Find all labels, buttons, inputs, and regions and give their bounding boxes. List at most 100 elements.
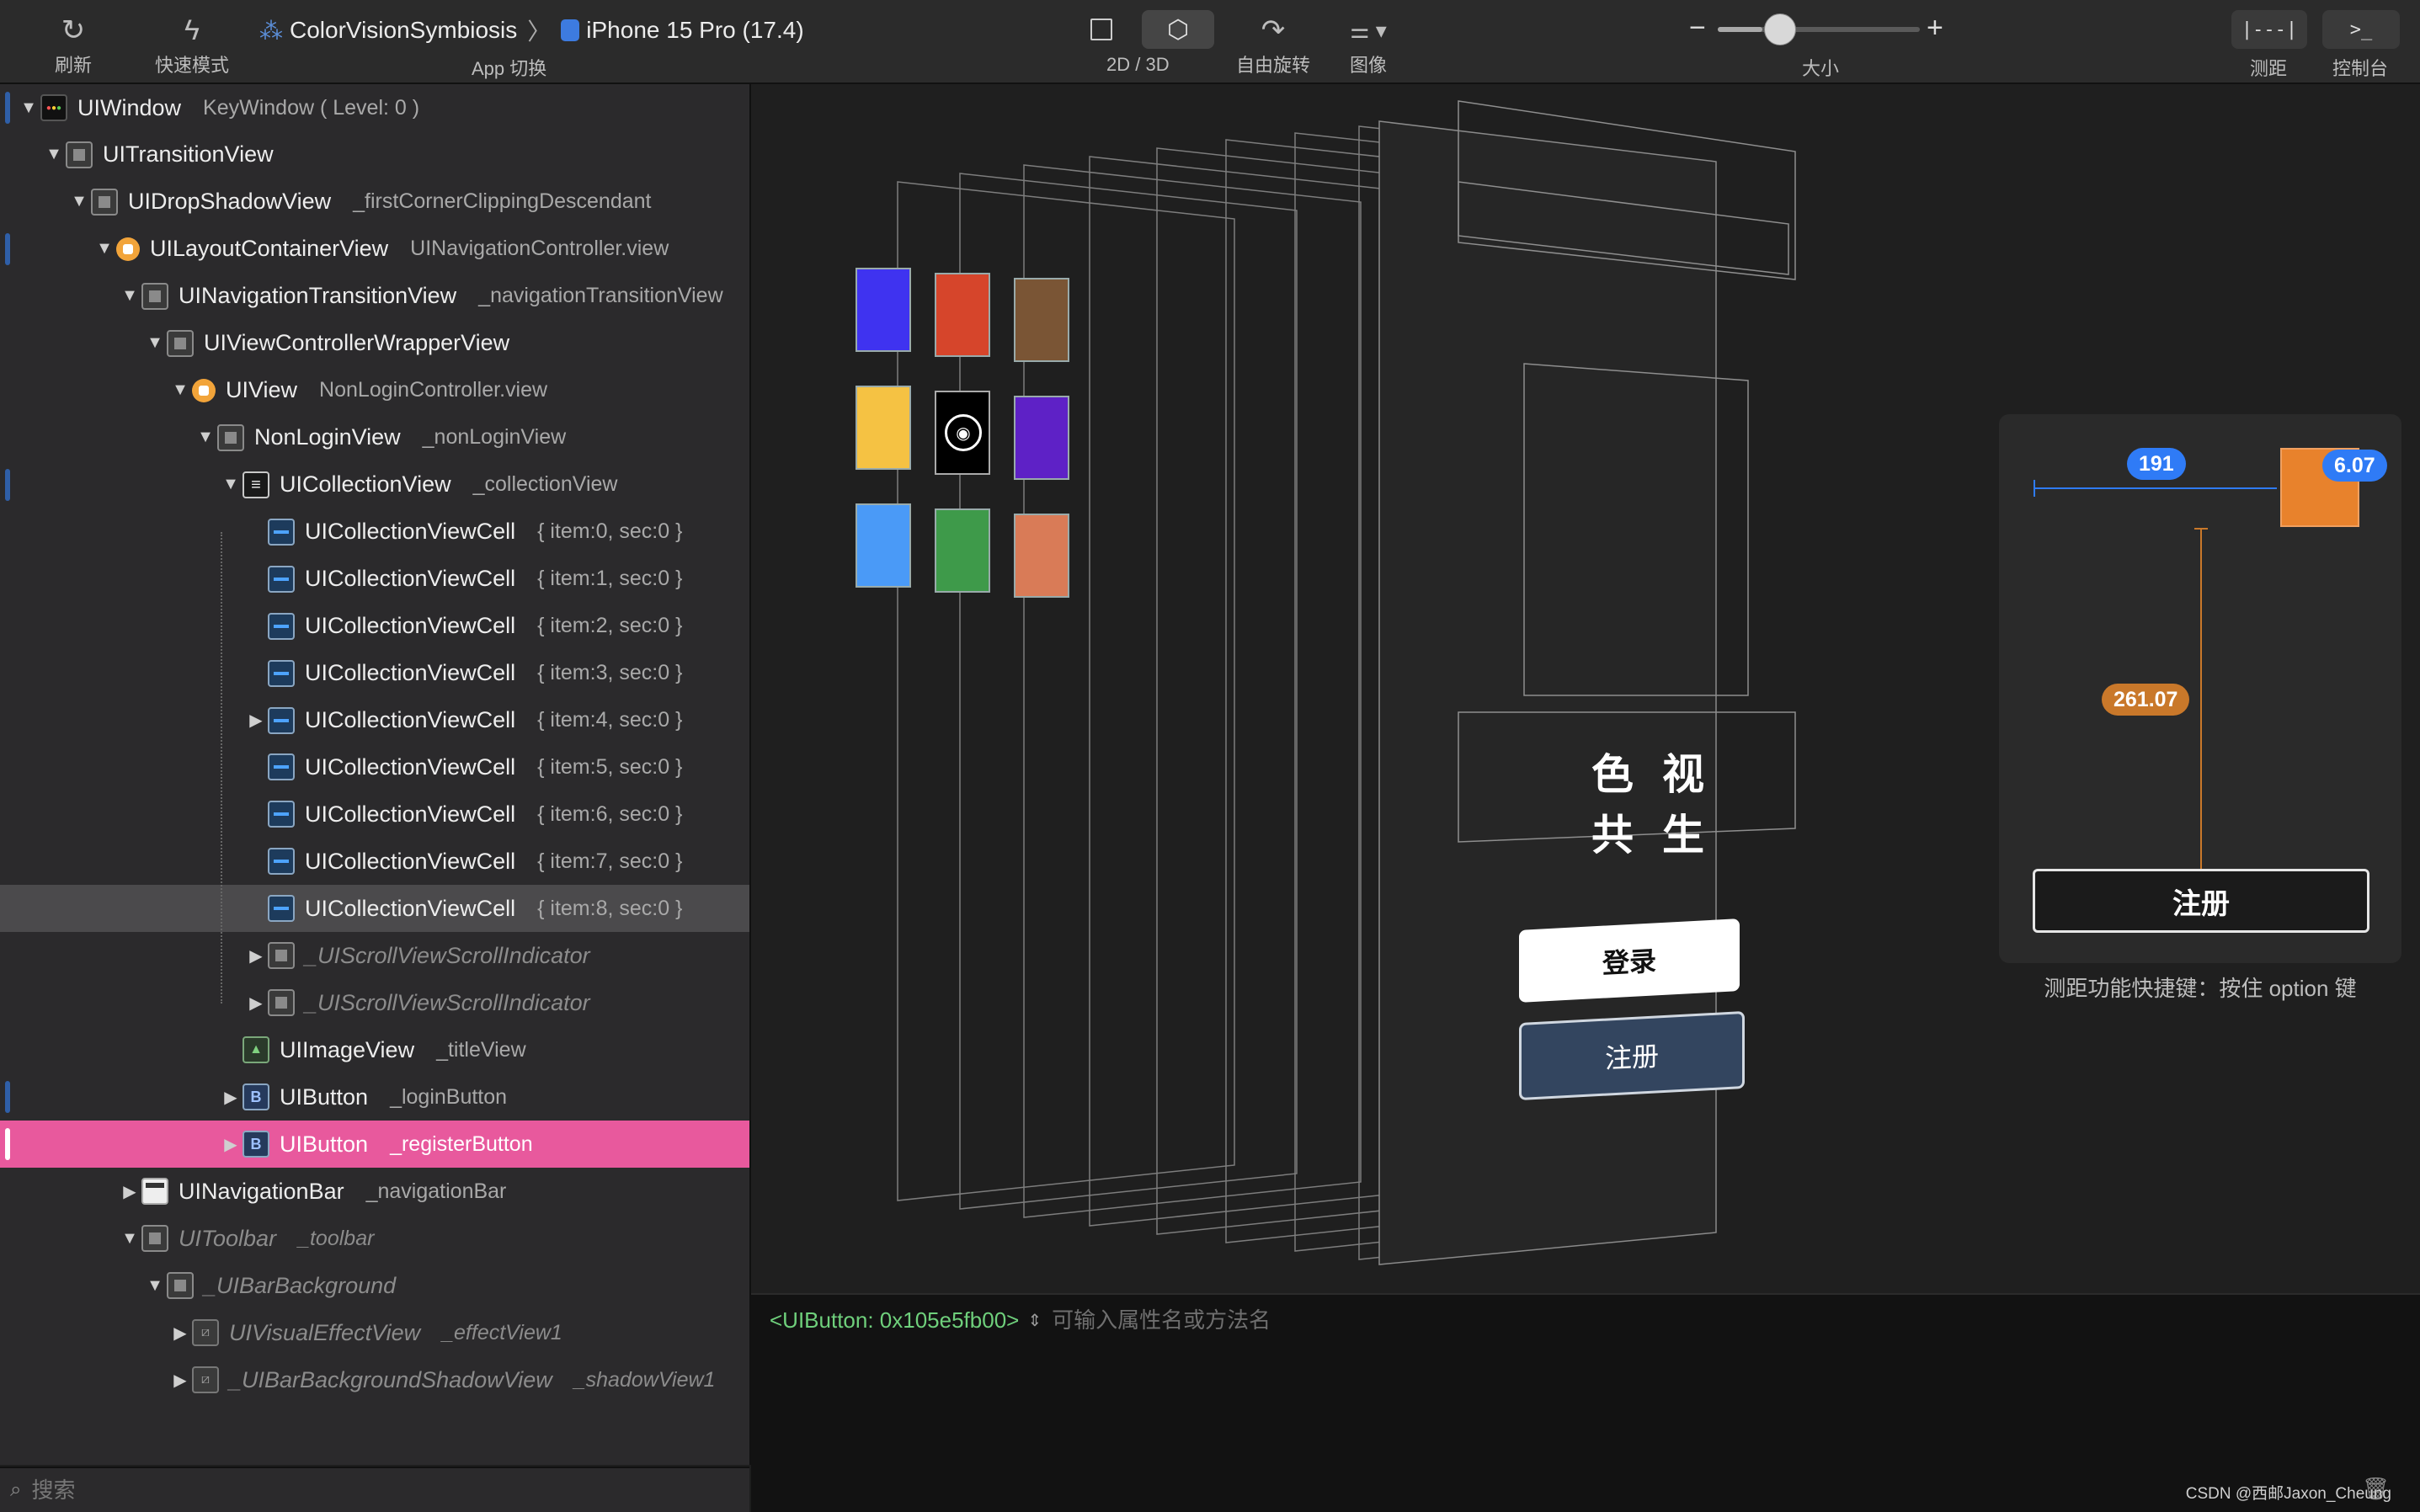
- tree-row[interactable]: UICollectionViewCell { item:0, sec:0 }: [0, 508, 749, 556]
- collection-cell-swatch[interactable]: [935, 273, 990, 357]
- tree-row[interactable]: ▼ NonLoginView _nonLoginView: [0, 414, 749, 461]
- tree-row[interactable]: ▼ ● ● ● UIWindow KeyWindow ( Level: 0 ): [0, 84, 749, 131]
- view-class-name: UICollectionView: [280, 471, 451, 498]
- disclosure-expanded-icon[interactable]: ▼: [143, 333, 167, 353]
- view-stripe-icon: ⧄: [192, 1366, 219, 1393]
- tree-row[interactable]: ▶ ⧄ _UIBarBackgroundShadowView _shadowView1: [0, 1356, 749, 1403]
- tree-row[interactable]: ▶ UICollectionViewCell { item:4, sec:0 }: [0, 697, 749, 744]
- app-switcher[interactable]: ⁂ ColorVisionSymbiosis 〉 iPhone 15 Pro (…: [259, 12, 804, 49]
- fast-mode-button[interactable]: ϟ 快速模式: [152, 8, 232, 77]
- tree-row[interactable]: ▼ UILayoutContainerView UINavigationContro…: [0, 226, 749, 273]
- console-panel: <UIButton: 0x105e5fb00> ⇕ 🗑 CSDN @西邮Jaxo…: [751, 1293, 2420, 1512]
- disclosure-collapsed-icon[interactable]: ▶: [244, 945, 268, 966]
- collection-cell-swatch[interactable]: [1014, 396, 1069, 480]
- tree-row[interactable]: ▼ UIToolbar _toolbar: [0, 1215, 749, 1262]
- tree-row[interactable]: ▶ _UIScrollViewScrollIndicator: [0, 932, 749, 979]
- disclosure-expanded-icon[interactable]: ▼: [93, 239, 116, 258]
- size-increase-button[interactable]: +: [1927, 12, 1943, 45]
- view-class-name: _UIScrollViewScrollIndicator: [305, 942, 590, 968]
- login-button-layer[interactable]: 登录: [1519, 918, 1740, 1003]
- right-distance-badge: 6.07: [2322, 450, 2387, 482]
- mode-3d-button[interactable]: ⬡: [1142, 10, 1214, 49]
- tree-row[interactable]: ▶ B UIButton _registerButton: [0, 1121, 749, 1169]
- disclosure-expanded-icon[interactable]: ▼: [118, 1229, 141, 1248]
- toolbar: ↻ 刷新 ϟ 快速模式 ⁂ ColorVisionSymbiosis 〉 iPh…: [0, 0, 2420, 84]
- disclosure-expanded-icon[interactable]: ▼: [219, 475, 243, 494]
- collection-cell-swatch[interactable]: [1014, 278, 1069, 362]
- tree-row[interactable]: ▼ UICollectionView _collectionView: [0, 461, 749, 508]
- view-class-name: _UIBarBackgroundShadowView: [229, 1366, 552, 1392]
- size-decrease-button[interactable]: −: [1689, 12, 1706, 45]
- free-rotate-label: 自由旋转: [1235, 55, 1310, 76]
- collection-cell-swatch[interactable]: [935, 508, 990, 593]
- tree-row[interactable]: ▶ _UIScrollViewScrollIndicator: [0, 979, 749, 1026]
- search-bar: ⌕: [0, 1467, 749, 1512]
- console-target[interactable]: <UIButton: 0x105e5fb00>: [770, 1307, 1019, 1334]
- rotate-icon: ↷: [1261, 14, 1286, 46]
- disclosure-collapsed-icon[interactable]: ▶: [219, 1134, 243, 1155]
- disclosure-expanded-icon[interactable]: ▼: [42, 145, 66, 164]
- disclosure-collapsed-icon[interactable]: ▶: [118, 1181, 141, 1202]
- measure-button[interactable]: |---|: [2231, 10, 2307, 49]
- view-class-name: UIVisualEffectView: [229, 1319, 421, 1345]
- tree-row[interactable]: UICollectionViewCell { item:3, sec:0 }: [0, 650, 749, 697]
- breadcrumb-separator: 〉: [527, 19, 552, 45]
- mode-2d-button[interactable]: [1079, 10, 1123, 49]
- size-slider-thumb[interactable]: [1763, 13, 1796, 45]
- view-annotation: _titleView: [436, 1037, 526, 1062]
- tree-row[interactable]: UICollectionViewCell { item:1, sec:0 }: [0, 556, 749, 603]
- tree-row[interactable]: UICollectionViewCell { item:7, sec:0 }: [0, 838, 749, 885]
- collection-cell-swatch[interactable]: [1014, 514, 1069, 598]
- view-bar-icon: [141, 1178, 168, 1206]
- measure-panel: 191 6.07 261.07 注册: [1999, 414, 2401, 963]
- view-annotation: { item:5, sec:0 }: [537, 754, 683, 779]
- tree-row[interactable]: UICollectionViewCell { item:5, sec:0 }: [0, 743, 749, 791]
- collection-cell-swatch[interactable]: [856, 268, 911, 352]
- tree-row[interactable]: ▲ UIImageView _titleView: [0, 1026, 749, 1073]
- console-input[interactable]: [1050, 1307, 1812, 1334]
- console-button[interactable]: >_: [2322, 10, 2400, 49]
- disclosure-expanded-icon[interactable]: ▼: [194, 428, 217, 447]
- register-button-layer[interactable]: 注册: [1519, 1010, 1745, 1101]
- disclosure-collapsed-icon[interactable]: ▶: [244, 710, 268, 731]
- image-options-button[interactable]: ⚌ ▾ 图像: [1339, 8, 1398, 77]
- collection-cell-swatch[interactable]: [856, 386, 911, 470]
- view-sq-icon: [167, 329, 194, 357]
- tree-row[interactable]: ▶ B UIButton _loginButton: [0, 1073, 749, 1121]
- view-cell-icon: [268, 518, 295, 546]
- sliders-icon: ⚌ ▾: [1350, 18, 1387, 43]
- view-cell-icon: [268, 706, 295, 734]
- free-rotate-button[interactable]: ↷ 自由旋转: [1233, 8, 1314, 77]
- collection-cell-swatch[interactable]: ◉: [935, 391, 990, 475]
- disclosure-expanded-icon[interactable]: ▼: [67, 192, 91, 211]
- tree-row[interactable]: UICollectionViewCell { item:6, sec:0 }: [0, 791, 749, 838]
- view-class-name: UICollectionViewCell: [305, 801, 516, 827]
- view-annotation: _shadowView1: [573, 1367, 716, 1392]
- disclosure-expanded-icon[interactable]: ▼: [17, 98, 40, 118]
- tree-guide-line: [221, 532, 222, 1004]
- chevron-updown-icon[interactable]: ⇕: [1027, 1310, 1042, 1331]
- collection-cell-swatch[interactable]: [856, 503, 911, 588]
- tree-row[interactable]: ▶ ⧄ UIVisualEffectView _effectView1: [0, 1309, 749, 1356]
- disclosure-collapsed-icon[interactable]: ▶: [168, 1323, 192, 1344]
- disclosure-collapsed-icon[interactable]: ▶: [244, 993, 268, 1014]
- disclosure-expanded-icon[interactable]: ▼: [168, 381, 192, 400]
- tree-row[interactable]: ▼ UIViewControllerWrapperView: [0, 320, 749, 367]
- tree-row[interactable]: ▼ _UIBarBackground: [0, 1262, 749, 1309]
- tree-row[interactable]: ▼ UIDropShadowView _firstCornerClippingDes…: [0, 178, 749, 226]
- gutter-marker: [5, 468, 10, 501]
- disclosure-expanded-icon[interactable]: ▼: [118, 286, 141, 306]
- size-slider[interactable]: [1718, 13, 1945, 45]
- disclosure-expanded-icon[interactable]: ▼: [143, 1276, 167, 1296]
- tree-row[interactable]: UICollectionViewCell { item:2, sec:0 }: [0, 603, 749, 650]
- view-sq-icon: [91, 188, 118, 216]
- tree-row[interactable]: UICollectionViewCell { item:8, sec:0 }: [0, 885, 749, 933]
- refresh-button[interactable]: ↻ 刷新: [49, 8, 98, 77]
- tree-row[interactable]: ▶ UINavigationBar _navigationBar: [0, 1168, 749, 1215]
- tree-row[interactable]: ▼ UIView NonLoginController.view: [0, 367, 749, 414]
- search-input[interactable]: [29, 1476, 707, 1504]
- tree-row[interactable]: ▼ UITransitionView: [0, 131, 749, 178]
- tree-row[interactable]: ▼ UINavigationTransitionView _navigationTr…: [0, 273, 749, 320]
- disclosure-collapsed-icon[interactable]: ▶: [219, 1087, 243, 1108]
- disclosure-collapsed-icon[interactable]: ▶: [168, 1370, 192, 1391]
